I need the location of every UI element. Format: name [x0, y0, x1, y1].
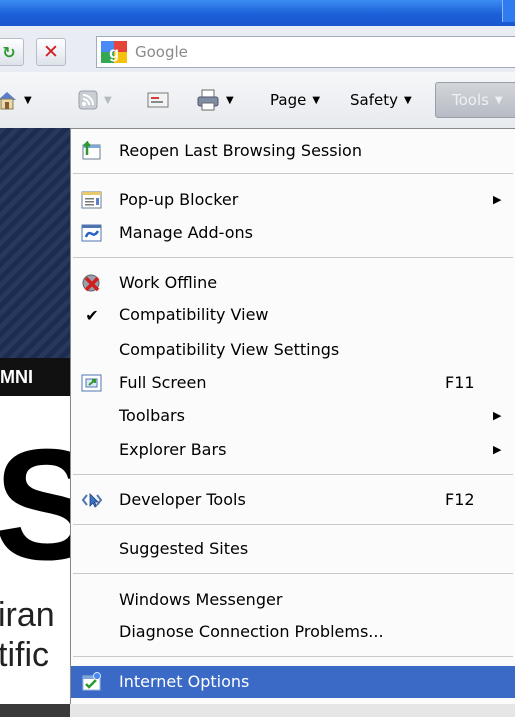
menu-item-label: Work Offline — [119, 273, 218, 292]
print-dropdown-icon: ▼ — [226, 94, 234, 106]
command-bar: ▼ ▼ ▼ Page ▼ Safety ▼ Tools ▼ — [0, 72, 515, 129]
menu-item-label: Windows Messenger — [119, 590, 283, 609]
popup-blocker-icon — [81, 190, 103, 210]
page-text-line-2: tific — [0, 636, 49, 674]
menu-item-compatibility-view-settings[interactable]: Compatibility View Settings — [71, 334, 515, 366]
safety-dropdown-icon: ▼ — [403, 94, 412, 106]
window-control-button[interactable] — [502, 0, 515, 22]
menu-separator — [73, 573, 513, 574]
google-icon: g — [101, 41, 127, 63]
menu-item-developer-tools[interactable]: Developer Tools F12 — [71, 484, 515, 516]
print-button[interactable]: ▼ — [196, 87, 234, 113]
feeds-dropdown-icon: ▼ — [104, 94, 112, 106]
menu-item-diagnose-connection-problems[interactable]: Diagnose Connection Problems... — [71, 616, 515, 648]
submenu-arrow-icon: ▶ — [493, 193, 502, 206]
tools-menu-button[interactable]: Tools ▼ — [435, 82, 515, 118]
menu-item-label: Internet Options — [119, 672, 250, 691]
menu-item-full-screen[interactable]: Full Screen F11 — [71, 367, 515, 399]
stop-button[interactable]: ✕ — [36, 38, 66, 66]
page-banner-text: MNI — [0, 367, 33, 387]
menu-item-label: Explorer Bars — [119, 440, 227, 459]
menu-item-explorer-bars[interactable]: Explorer Bars ▶ — [71, 434, 515, 466]
search-box[interactable]: g Google — [96, 36, 515, 68]
menu-item-windows-messenger[interactable]: Windows Messenger — [71, 584, 515, 616]
menu-item-label: Manage Add-ons — [119, 223, 253, 242]
page-dropdown-icon: ▼ — [312, 94, 321, 106]
menu-item-popup-blocker[interactable]: Pop-up Blocker ▶ — [71, 184, 515, 216]
mail-icon — [147, 92, 169, 108]
menu-separator — [73, 257, 513, 258]
stop-icon: ✕ — [43, 41, 59, 63]
refresh-button[interactable]: ↻ — [0, 38, 24, 66]
menu-item-label: Compatibility View Settings — [119, 340, 340, 359]
menu-item-label: Pop-up Blocker — [119, 190, 239, 209]
menu-item-label: Developer Tools — [119, 490, 246, 509]
menu-separator — [73, 474, 513, 475]
feeds-icon — [78, 90, 98, 110]
internet-options-icon — [81, 672, 103, 692]
reopen-session-icon — [81, 141, 103, 161]
home-dropdown-icon: ▼ — [24, 94, 32, 106]
submenu-arrow-icon: ▶ — [493, 443, 502, 456]
manage-addons-icon — [81, 223, 103, 243]
menu-item-internet-options[interactable]: Internet Options — [71, 666, 515, 698]
printer-icon — [197, 89, 219, 111]
menu-item-manage-add-ons[interactable]: Manage Add-ons — [71, 217, 515, 249]
work-offline-icon — [81, 273, 103, 293]
menu-separator — [73, 173, 513, 174]
menu-item-reopen-last-browsing-session[interactable]: Reopen Last Browsing Session — [71, 135, 515, 167]
page-bottom-strip — [0, 704, 80, 717]
tools-dropdown-icon: ▼ — [494, 94, 503, 106]
submenu-arrow-icon: ▶ — [493, 409, 502, 422]
menu-separator — [73, 656, 513, 657]
tools-menu-label: Tools — [452, 91, 489, 109]
menu-item-shortcut: F11 — [445, 373, 475, 392]
menu-item-work-offline[interactable]: Work Offline — [71, 267, 515, 299]
tools-dropdown-menu: Reopen Last Browsing Session Pop-up Bloc… — [70, 128, 515, 706]
search-placeholder: Google — [135, 43, 188, 61]
menu-separator — [73, 524, 513, 525]
window-title-bar — [0, 0, 515, 26]
home-icon — [0, 92, 16, 110]
menu-item-label: Full Screen — [119, 373, 207, 392]
page-menu-button[interactable]: Page ▼ — [270, 87, 320, 113]
menu-item-suggested-sites[interactable]: Suggested Sites — [71, 533, 515, 565]
banner-texture — [0, 128, 80, 358]
feeds-button[interactable]: ▼ — [78, 87, 112, 113]
safety-menu-button[interactable]: Safety ▼ — [350, 87, 412, 113]
menu-item-label: Diagnose Connection Problems... — [119, 622, 384, 641]
home-button[interactable]: ▼ — [0, 87, 32, 113]
background-web-page: MNI S iran tific — [0, 128, 99, 717]
menu-item-shortcut: F12 — [445, 490, 475, 509]
safety-menu-label: Safety — [350, 91, 398, 109]
read-mail-button[interactable] — [147, 87, 169, 113]
menu-item-toolbars[interactable]: Toolbars ▶ — [71, 400, 515, 432]
refresh-icon: ↻ — [2, 42, 16, 62]
menu-item-label: Reopen Last Browsing Session — [119, 141, 362, 160]
checkmark-icon: ✔ — [85, 305, 99, 325]
page-footer-strip — [70, 704, 515, 717]
page-text-line-1: iran — [0, 596, 55, 634]
svg-text:g: g — [109, 45, 119, 62]
navigation-bar: ↻ ✕ g Google — [0, 26, 515, 73]
menu-item-compatibility-view[interactable]: ✔ Compatibility View — [71, 299, 515, 331]
page-menu-label: Page — [270, 91, 307, 109]
menu-item-label: Compatibility View — [119, 305, 269, 324]
developer-tools-icon — [81, 490, 103, 510]
full-screen-icon — [81, 373, 103, 393]
menu-item-label: Toolbars — [119, 406, 185, 425]
menu-item-label: Suggested Sites — [119, 539, 249, 558]
